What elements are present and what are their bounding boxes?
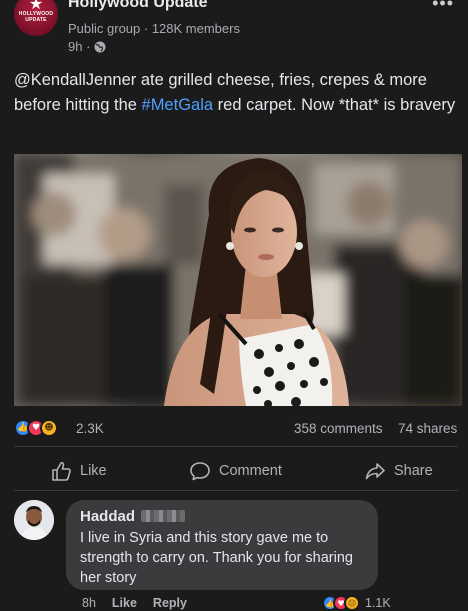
- group-meta: Public group · 128K members: [68, 21, 240, 36]
- comment-reactions[interactable]: 👍 ♥ ☹ 1.1K: [322, 595, 391, 611]
- sad-reaction-icon: ☹: [344, 595, 360, 611]
- hashtag-link[interactable]: #MetGala: [142, 96, 214, 114]
- divider: [14, 490, 458, 491]
- like-label: Like: [80, 463, 107, 479]
- group-avatar[interactable]: ★ HOLLYWOOD UPDATE: [14, 0, 58, 36]
- haha-reaction-icon: ☻: [40, 419, 58, 437]
- post-time-label[interactable]: 9h ·: [68, 39, 90, 54]
- commenter-avatar[interactable]: [14, 500, 54, 540]
- more-options-icon[interactable]: •••: [432, 0, 454, 14]
- divider: [14, 446, 458, 447]
- photo-illustration: [14, 154, 462, 406]
- shares-count[interactable]: 74 shares: [398, 421, 457, 436]
- share-button[interactable]: Share: [364, 460, 433, 482]
- avatar-illustration: [14, 500, 54, 540]
- post-header: ★ HOLLYWOOD UPDATE Hollywood Update Publ…: [0, 0, 468, 60]
- post-photo[interactable]: [14, 154, 462, 406]
- commenter-name-row: Haddad: [80, 506, 364, 526]
- comment-reaction-count: 1.1K: [365, 596, 391, 610]
- commenter-name[interactable]: Haddad: [80, 508, 135, 525]
- reaction-count[interactable]: 2.3K: [76, 421, 104, 436]
- share-arrow-icon: [365, 463, 385, 480]
- action-bar: Like Comment Share: [14, 452, 458, 488]
- comment-like-button[interactable]: Like: [112, 596, 137, 610]
- comment-bubble: Haddad I live in Syria and this story ga…: [66, 500, 378, 590]
- comment-reply-button[interactable]: Reply: [153, 596, 187, 610]
- like-button[interactable]: Like: [50, 460, 107, 482]
- group-logo-text: HOLLYWOOD UPDATE: [18, 11, 54, 23]
- comment-meta: 8h Like Reply: [82, 596, 187, 610]
- post-text-end: red carpet. Now *that* is bravery: [213, 96, 456, 114]
- comments-count[interactable]: 358 comments: [294, 421, 383, 436]
- post-time: 9h ·: [68, 39, 106, 54]
- post-text: @KendallJenner ate grilled cheese, fries…: [14, 68, 459, 118]
- comment-label: Comment: [219, 463, 282, 479]
- globe-icon: [94, 41, 106, 52]
- reactions-row: 👍 ♥ ☻ 2.3K 358 comments 74 shares: [14, 418, 458, 440]
- comment-button[interactable]: Comment: [189, 460, 282, 482]
- thumbs-up-icon: [52, 461, 71, 481]
- speech-bubble-icon: [190, 462, 210, 481]
- comment-time[interactable]: 8h: [82, 596, 96, 610]
- group-name[interactable]: Hollywood Update: [68, 0, 208, 12]
- reaction-icons[interactable]: 👍 ♥ ☻: [14, 419, 58, 437]
- redacted-name-blur: [141, 510, 186, 522]
- share-label: Share: [394, 463, 433, 479]
- comment-text: I live in Syria and this story gave me t…: [80, 530, 353, 586]
